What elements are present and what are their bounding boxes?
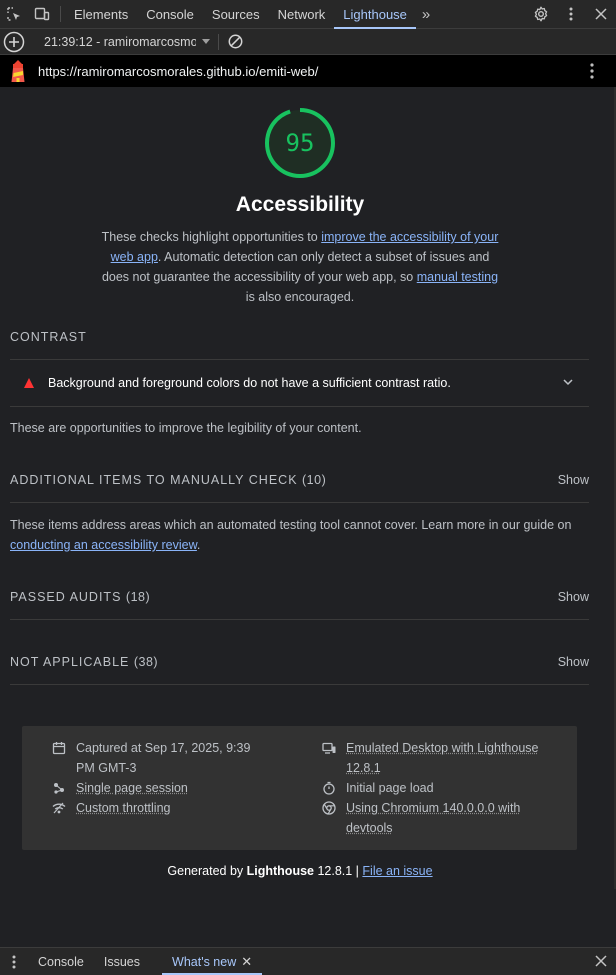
audit-title: Background and foreground colors do not …	[48, 376, 451, 390]
kebab-menu-icon[interactable]	[556, 0, 586, 28]
drawer-tab-console[interactable]: Console	[28, 948, 94, 975]
page-load-type: Initial page load	[322, 778, 434, 798]
captured-text: Captured at Sep 17, 2025, 9:39 PM GMT-3	[76, 741, 251, 775]
desc-text: .	[196, 538, 201, 552]
passed-group-header[interactable]: PASSED AUDITS (18)	[10, 590, 590, 604]
tab-sources[interactable]: Sources	[203, 0, 269, 28]
audit-color-contrast[interactable]: Background and foreground colors do not …	[10, 360, 589, 406]
chromium-text[interactable]: Using Chromium 140.0.0.0 with devtools	[346, 798, 542, 838]
report-content: 95 Accessibility These checks highlight …	[0, 87, 616, 947]
wifi-throttle-icon	[52, 802, 66, 814]
chromium-icon	[322, 801, 336, 815]
drawer-menu-icon[interactable]	[0, 955, 28, 969]
group-header-label: PASSED AUDITS	[10, 590, 122, 604]
lighthouse-toolbar: 21:39:12 - ramiromarcosmorales.github.io	[0, 29, 616, 55]
contrast-group-header: CONTRAST	[10, 330, 87, 344]
group-header-label: ADDITIONAL ITEMS TO MANUALLY CHECK	[10, 473, 298, 487]
generated-by-footer: Generated by Lighthouse 12.8.1 | File an…	[0, 864, 600, 878]
group-header-label: NOT APPLICABLE	[10, 655, 130, 669]
timer-icon	[323, 781, 335, 795]
close-tab-icon[interactable]: ✕	[241, 954, 252, 970]
category-description: These checks highlight opportunities to …	[100, 227, 500, 307]
session-type: Single page session	[52, 778, 188, 798]
throttling: Custom throttling	[52, 798, 170, 818]
tab-network[interactable]: Network	[269, 0, 335, 28]
lighthouse-logo-icon	[0, 55, 36, 87]
not-applicable-group-header[interactable]: NOT APPLICABLE (38)	[10, 655, 590, 669]
passed-show-button[interactable]: Show	[558, 590, 589, 604]
runtime-settings-card: Captured at Sep 17, 2025, 9:39 PM GMT-3 …	[22, 726, 577, 850]
desc-text: These items address areas which an autom…	[10, 518, 572, 532]
footer-product: Lighthouse	[246, 864, 314, 878]
score-value: 95	[285, 129, 315, 157]
category-title: Accessibility	[235, 193, 365, 216]
calendar-icon	[52, 742, 66, 755]
clear-all-icon[interactable]	[226, 33, 244, 51]
toolbar-divider	[218, 33, 219, 50]
divider	[10, 619, 589, 620]
initial-load-text: Initial page load	[346, 781, 434, 795]
chevron-down-icon[interactable]	[563, 377, 573, 387]
file-issue-link[interactable]: File an issue	[362, 864, 432, 878]
device-toolbar-icon[interactable]	[28, 0, 56, 28]
drawer-tab-whats-new[interactable]: What's new ✕	[162, 948, 263, 975]
accessibility-review-link[interactable]: conducting an accessibility review	[10, 538, 197, 552]
report-select[interactable]: 21:39:12 - ramiromarcosmorales.github.io	[44, 35, 196, 49]
new-report-icon[interactable]	[1, 29, 27, 55]
group-count: (38)	[133, 655, 159, 669]
close-drawer-icon[interactable]	[594, 954, 608, 968]
session-nodes-icon	[54, 783, 64, 794]
desc-text: These checks highlight opportunities to	[101, 230, 322, 244]
report-url: https://ramiromarcosmorales.github.io/em…	[38, 63, 319, 79]
drawer-tab-issues[interactable]: Issues	[94, 948, 150, 975]
group-count: (10)	[302, 473, 327, 487]
manual-show-button[interactable]: Show	[558, 473, 589, 487]
footer-version: 12.8.1 |	[313, 864, 363, 878]
not-applicable-show-button[interactable]: Show	[558, 655, 589, 669]
desktop-device-icon	[322, 742, 336, 754]
contrast-group-description: These are opportunities to improve the l…	[10, 421, 362, 435]
fail-triangle-icon	[24, 378, 34, 388]
more-tabs-icon[interactable]: »	[416, 6, 436, 23]
manual-testing-link[interactable]: manual testing	[417, 270, 498, 284]
desc-text: is also encouraged.	[245, 290, 355, 304]
manual-group-header[interactable]: ADDITIONAL ITEMS TO MANUALLY CHECK (10)	[10, 473, 590, 487]
emulated-device: Emulated Desktop with Lighthouse 12.8.1	[322, 738, 542, 778]
close-devtools-icon[interactable]	[586, 0, 616, 28]
chevron-down-icon[interactable]	[202, 39, 210, 44]
footer-text: Generated by	[167, 864, 247, 878]
browser-version: Using Chromium 140.0.0.0 with devtools	[322, 798, 542, 838]
session-text[interactable]: Single page session	[76, 778, 188, 798]
emulated-text[interactable]: Emulated Desktop with Lighthouse 12.8.1	[346, 738, 542, 778]
group-count: (18)	[125, 590, 151, 604]
tab-elements[interactable]: Elements	[65, 0, 137, 28]
settings-gear-icon[interactable]	[526, 0, 556, 28]
tab-console[interactable]: Console	[137, 0, 203, 28]
report-menu-icon[interactable]	[582, 61, 602, 81]
report-url-bar: https://ramiromarcosmorales.github.io/em…	[0, 55, 616, 87]
captured-at: Captured at Sep 17, 2025, 9:39 PM GMT-3	[52, 738, 262, 778]
throttling-text[interactable]: Custom throttling	[76, 798, 170, 818]
divider	[10, 684, 589, 685]
devtools-tabbar: Elements Console Sources Network Lightho…	[0, 0, 616, 29]
drawer-tab-label: What's new	[172, 954, 237, 969]
bottom-drawer: Console Issues What's new ✕	[0, 947, 616, 975]
divider	[10, 502, 589, 503]
inspect-element-icon[interactable]	[0, 0, 28, 28]
manual-group-description: These items address areas which an autom…	[10, 515, 600, 555]
toolbar-divider	[60, 6, 61, 22]
divider	[10, 406, 589, 407]
tab-lighthouse[interactable]: Lighthouse	[334, 0, 416, 29]
